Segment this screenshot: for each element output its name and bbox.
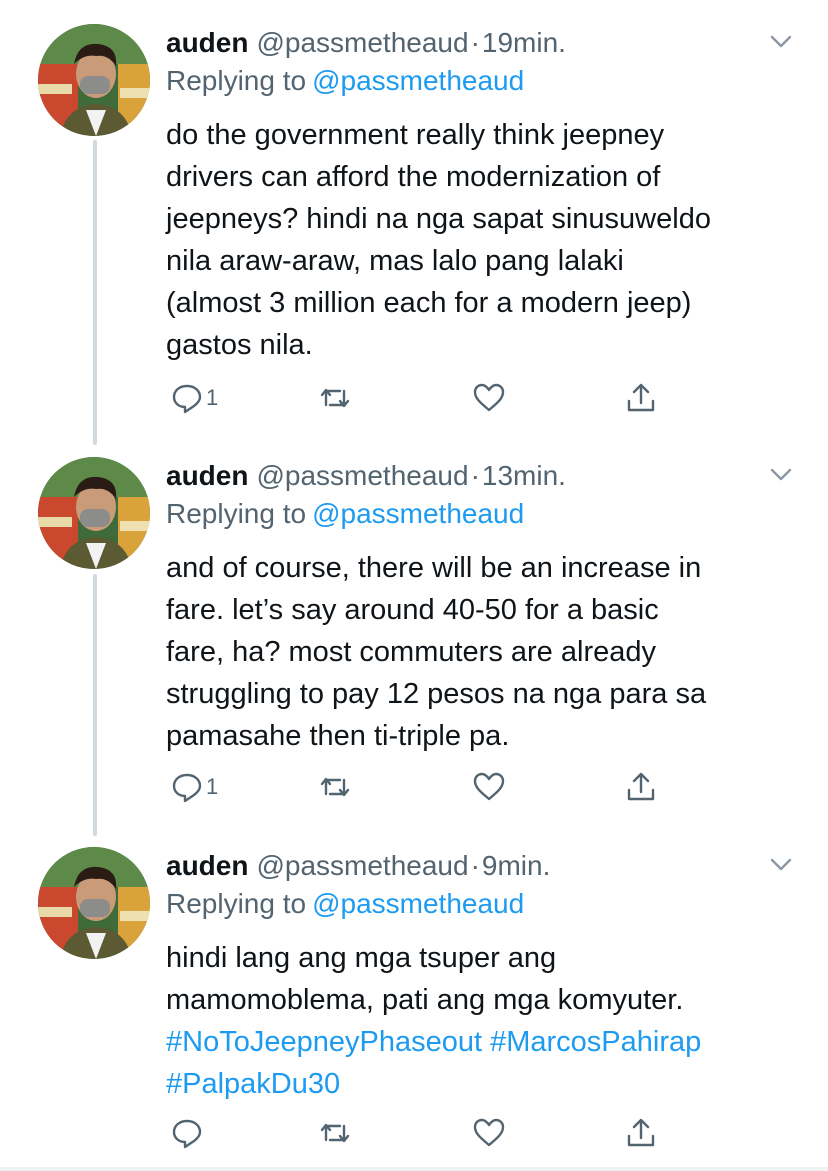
- replying-to: Replying to @passmetheaud: [166, 495, 808, 537]
- tweet-header: auden @passmetheaud · 13min.: [166, 457, 808, 495]
- tweet-text-line: gastos nila.: [166, 329, 313, 361]
- user-handle[interactable]: @passmetheaud: [256, 24, 468, 62]
- share-icon: [627, 1118, 655, 1147]
- reply-icon: [172, 384, 202, 414]
- like-button[interactable]: [472, 378, 506, 418]
- tweet-text-line: hindi lang ang mga tsuper ang: [166, 942, 557, 974]
- tweet-text-line: mamomoblema, pati ang mga komyuter.: [166, 984, 684, 1016]
- heart-icon: [473, 1118, 505, 1147]
- user-handle[interactable]: @passmetheaud: [256, 457, 468, 495]
- retweet-button[interactable]: [318, 1113, 352, 1153]
- avatar[interactable]: [38, 457, 150, 569]
- avatar-image: [38, 847, 150, 959]
- like-button[interactable]: [472, 767, 506, 807]
- tweet-text-line: nila araw-araw, mas lalo pang lalaki: [166, 245, 624, 277]
- retweet-icon: [320, 1123, 350, 1143]
- reply-count: 1: [206, 385, 219, 410]
- retweet-icon: [320, 777, 350, 797]
- tweet-text: do the government really think jeepney d…: [166, 114, 786, 366]
- action-bar: 1: [166, 767, 686, 807]
- separator-dot: ·: [470, 850, 480, 881]
- chevron-down-icon[interactable]: [766, 459, 796, 489]
- replying-to: Replying to @passmetheaud: [166, 885, 808, 927]
- tweet-header: auden @passmetheaud · 19min.: [166, 24, 808, 62]
- tweet-text-line: jeepneys? hindi na nga sapat sinusuweldo: [166, 203, 711, 235]
- replying-to: Replying to @passmetheaud: [166, 62, 808, 104]
- separator-dot: ·: [470, 460, 480, 491]
- hashtag-link[interactable]: #PalpakDu30: [166, 1068, 340, 1100]
- hashtag-link[interactable]: #NoToJeepneyPhaseout: [166, 1026, 482, 1058]
- thread-connector-line: [93, 140, 97, 445]
- heart-icon: [473, 772, 505, 801]
- timestamp[interactable]: 13min.: [482, 457, 566, 495]
- hashtag-line: #PalpakDu30: [166, 1063, 786, 1105]
- tweet-text-line: drivers can afford the modernization of: [166, 161, 661, 193]
- action-bar: 1: [166, 378, 686, 418]
- heart-icon: [473, 383, 505, 412]
- tweet-header: auden @passmetheaud · 9min.: [166, 847, 808, 885]
- tweet-text-line: struggling to pay 12 pesos na nga para s…: [166, 678, 707, 710]
- timestamp[interactable]: 9min.: [482, 847, 550, 885]
- hashtag-link[interactable]: #MarcosPahirap: [490, 1026, 701, 1058]
- share-button[interactable]: [624, 1113, 658, 1153]
- retweet-icon: [320, 388, 350, 408]
- user-handle[interactable]: @passmetheaud: [256, 847, 468, 885]
- tweet-text-line: pamasahe then ti-triple pa.: [166, 720, 510, 752]
- share-icon: [627, 383, 655, 412]
- reply-count: 1: [206, 774, 219, 799]
- reply-button[interactable]: 1: [170, 378, 218, 418]
- tweet-text-line: fare. let’s say around 40-50 for a basic: [166, 594, 659, 626]
- avatar[interactable]: [38, 24, 150, 136]
- tweet-text: and of course, there will be an increase…: [166, 547, 786, 757]
- tweet-text-line: and of course, there will be an increase…: [166, 552, 702, 584]
- chevron-down-icon[interactable]: [766, 849, 796, 879]
- reply-button[interactable]: 1: [170, 767, 218, 807]
- avatar-image: [38, 457, 150, 569]
- display-name[interactable]: auden: [166, 457, 248, 495]
- hashtag-line: #NoToJeepneyPhaseout #MarcosPahirap: [166, 1021, 786, 1063]
- replying-to-mention[interactable]: @passmetheaud: [312, 65, 524, 96]
- replying-to-mention[interactable]: @passmetheaud: [312, 498, 524, 529]
- replying-to-label: Replying to: [166, 65, 307, 96]
- tweet-text-line: fare, ha? most commuters are already: [166, 636, 656, 668]
- share-button[interactable]: [624, 767, 658, 807]
- thread-connector-line: [93, 574, 97, 836]
- chevron-down-icon[interactable]: [766, 26, 796, 56]
- display-name[interactable]: auden: [166, 847, 248, 885]
- separator-dot: ·: [470, 27, 480, 58]
- tweet-text-line: do the government really think jeepney: [166, 119, 665, 151]
- timestamp[interactable]: 19min.: [482, 24, 566, 62]
- share-icon: [627, 772, 655, 801]
- divider: [0, 1167, 828, 1171]
- tweet-text: hindi lang ang mga tsuper ang mamomoblem…: [166, 937, 786, 1105]
- retweet-button[interactable]: [318, 378, 352, 418]
- reply-button[interactable]: [170, 1113, 206, 1153]
- reply-icon: [172, 1119, 202, 1149]
- replying-to-label: Replying to: [166, 888, 307, 919]
- replying-to-label: Replying to: [166, 498, 307, 529]
- tweet-text-line: (almost 3 million each for a modern jeep…: [166, 287, 692, 319]
- reply-icon: [172, 773, 202, 803]
- display-name[interactable]: auden: [166, 24, 248, 62]
- avatar-image: [38, 24, 150, 136]
- avatar[interactable]: [38, 847, 150, 959]
- share-button[interactable]: [624, 378, 658, 418]
- retweet-button[interactable]: [318, 767, 352, 807]
- like-button[interactable]: [472, 1113, 506, 1153]
- action-bar: [166, 1113, 686, 1153]
- replying-to-mention[interactable]: @passmetheaud: [312, 888, 524, 919]
